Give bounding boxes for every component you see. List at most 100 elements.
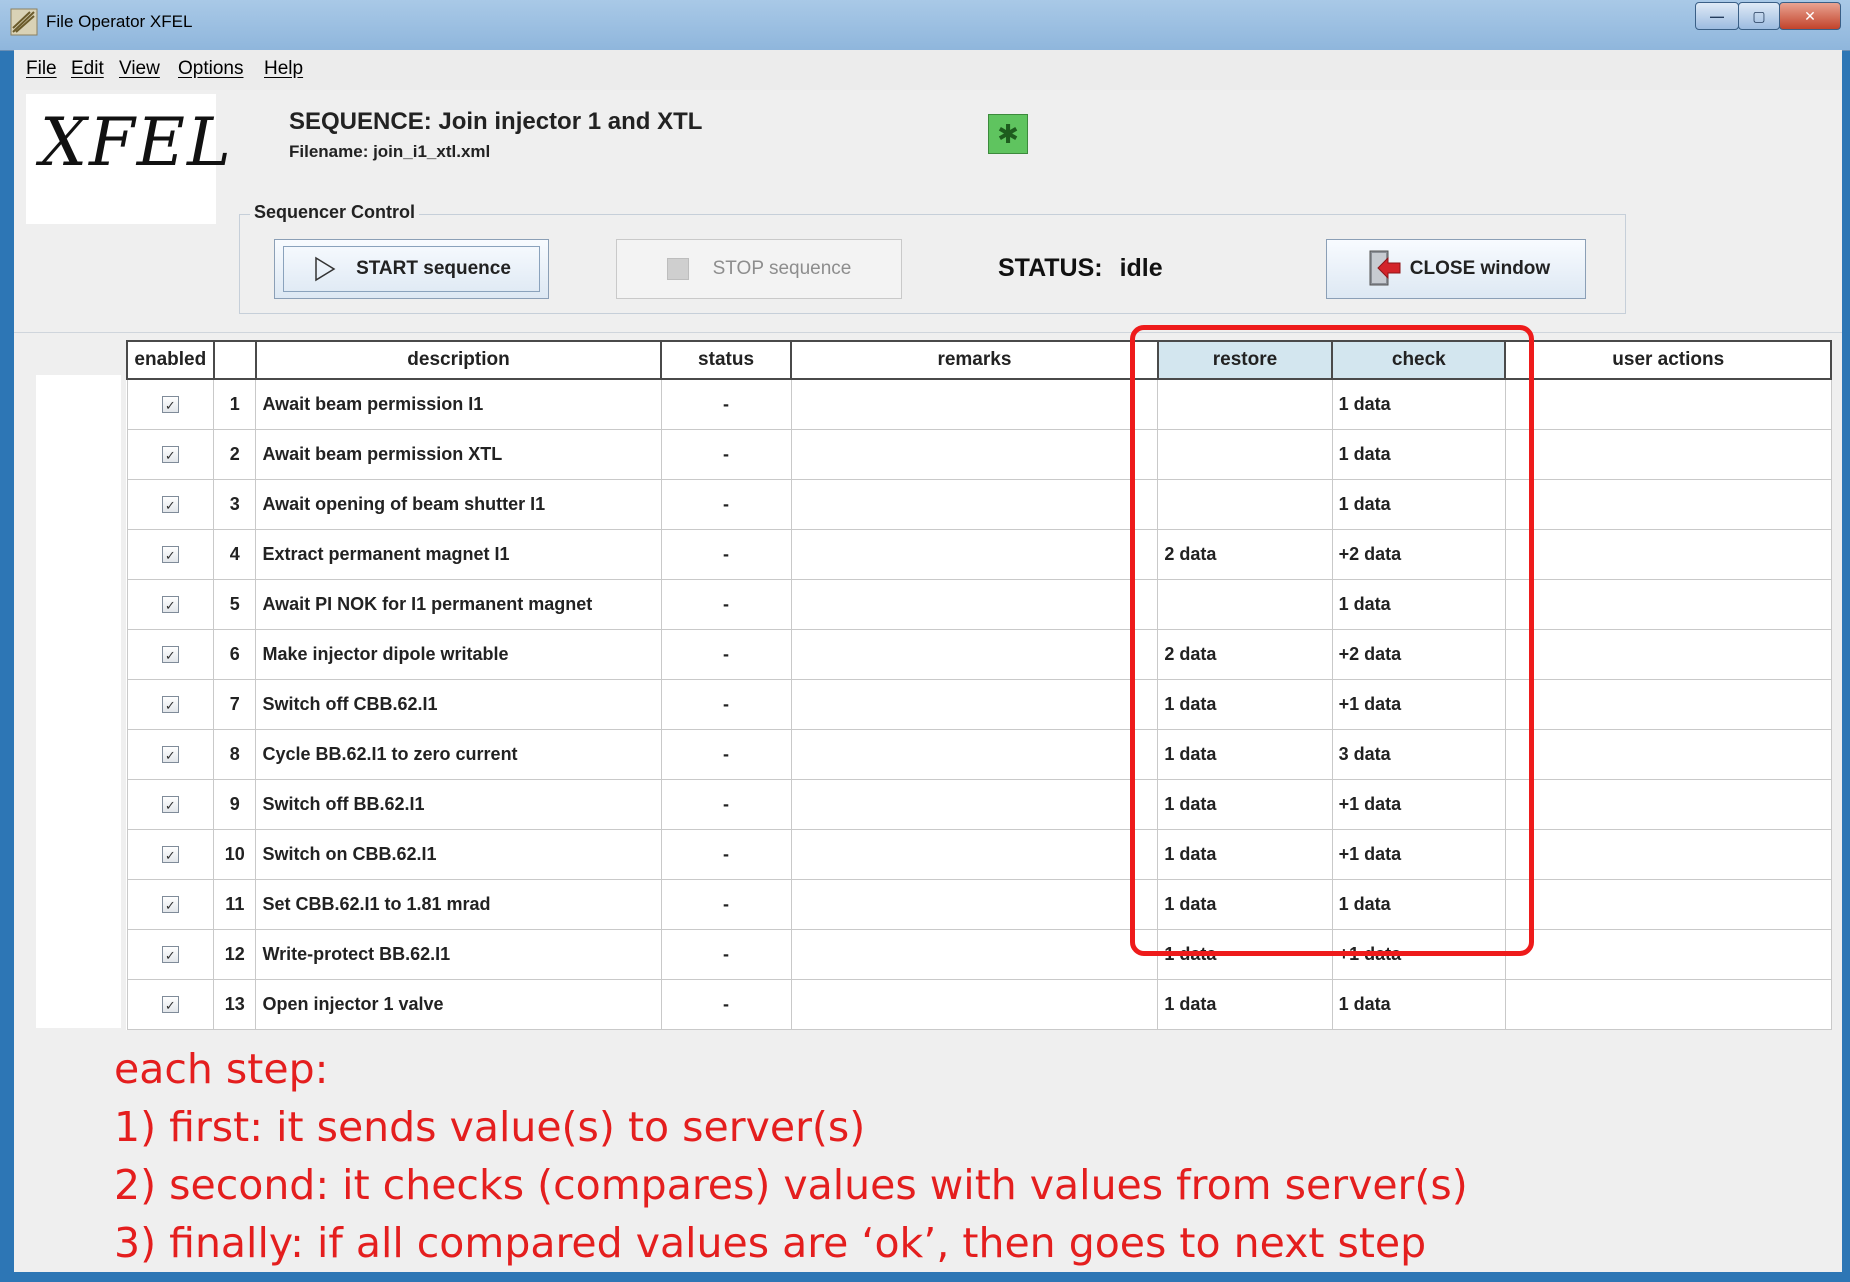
table-row[interactable]: ✓ 12 Write-protect BB.62.I1-1 data +1 data (126, 929, 1832, 980)
step-number[interactable]: 1 (213, 378, 257, 430)
step-description[interactable]: Set CBB.62.I1 to 1.81 mrad (255, 879, 662, 930)
step-description[interactable]: Await PI NOK for I1 permanent magnet (255, 579, 662, 630)
step-description[interactable]: Await beam permission I1 (255, 378, 662, 430)
table-row[interactable]: ✓ 8 Cycle BB.62.I1 to zero current -1 data 3… (126, 729, 1832, 780)
step-status[interactable]: - (660, 629, 792, 680)
step-status[interactable]: - (660, 679, 792, 730)
step-remarks[interactable] (790, 529, 1159, 580)
table-row[interactable]: ✓ 13 Open injector 1 valve - 1 data 1 data (126, 979, 1832, 1030)
step-remarks[interactable] (790, 879, 1159, 930)
step-remarks[interactable] (790, 479, 1159, 530)
column-header-remarks[interactable]: remarks (790, 340, 1159, 380)
table-row[interactable]: ✓ 4 Extract permanent magnet I1-2 data +2 d… (126, 529, 1832, 580)
enabled-checkbox[interactable]: ✓ (161, 446, 179, 463)
step-status[interactable]: - (660, 429, 792, 480)
step-number[interactable]: 3 (213, 479, 257, 530)
table-row[interactable]: ✓ 2 Await beam permission XTL -1 data (126, 429, 1832, 480)
step-status[interactable]: - (660, 879, 792, 930)
step-restore[interactable]: 1 data (1157, 979, 1333, 1030)
step-user-actions[interactable] (1504, 879, 1832, 930)
start-sequence-button[interactable]: START sequence (274, 239, 549, 299)
enabled-checkbox[interactable]: ✓ (161, 646, 179, 663)
step-status[interactable]: - (660, 529, 792, 580)
enabled-checkbox[interactable]: ✓ (161, 896, 179, 913)
column-header-description[interactable]: description (254, 340, 663, 380)
step-description[interactable]: Await opening of beam shutter I1 (255, 479, 662, 530)
step-status[interactable]: - (660, 729, 792, 780)
menu-options[interactable]: Options (178, 58, 243, 80)
table-row[interactable]: ✓ 1 Await beam permission I1-1 data (126, 378, 1832, 430)
column-header-user-actions[interactable]: user actions (1504, 340, 1832, 380)
step-status[interactable]: - (660, 479, 792, 530)
column-header-number[interactable] (212, 340, 257, 380)
step-number[interactable]: 9 (213, 779, 257, 830)
step-remarks[interactable] (790, 629, 1159, 680)
step-number[interactable]: 12 (213, 929, 257, 980)
step-status[interactable]: - (660, 779, 792, 830)
step-remarks[interactable] (790, 829, 1159, 880)
table-row[interactable]: ✓ 11 Set CBB.62.I1 to 1.81 mrad -1 data 1 da… (126, 879, 1832, 930)
step-user-actions[interactable] (1504, 979, 1832, 1030)
menu-view[interactable]: View (119, 58, 160, 80)
menu-edit[interactable]: Edit (71, 58, 104, 80)
close-window-button[interactable]: CLOSE window (1326, 239, 1586, 299)
table-row[interactable]: ✓ 3 Await opening of beam shutter I1-1 dat… (126, 479, 1832, 530)
step-user-actions[interactable] (1504, 579, 1832, 630)
minimize-button[interactable]: — (1695, 2, 1739, 30)
table-row[interactable]: ✓ 7 Switch off CBB.62.I1-1 data +1 data (126, 679, 1832, 730)
enabled-checkbox[interactable]: ✓ (161, 696, 179, 713)
menu-help[interactable]: Help (264, 58, 303, 80)
step-description[interactable]: Cycle BB.62.I1 to zero current (255, 729, 662, 780)
step-number[interactable]: 4 (213, 529, 257, 580)
menu-file[interactable]: File (26, 58, 57, 80)
step-status[interactable]: - (660, 579, 792, 630)
step-status[interactable]: - (660, 979, 792, 1030)
enabled-checkbox[interactable]: ✓ (161, 596, 179, 613)
step-user-actions[interactable] (1504, 629, 1832, 680)
step-number[interactable]: 7 (213, 679, 257, 730)
step-remarks[interactable] (790, 378, 1159, 430)
step-remarks[interactable] (790, 429, 1159, 480)
step-description[interactable]: Open injector 1 valve (255, 979, 662, 1030)
step-description[interactable]: Switch off BB.62.I1 (255, 779, 662, 830)
step-user-actions[interactable] (1504, 679, 1832, 730)
step-user-actions[interactable] (1504, 729, 1832, 780)
step-description[interactable]: Write-protect BB.62.I1 (255, 929, 662, 980)
table-row[interactable]: ✓ 6 Make injector dipole writable -2 data +2… (126, 629, 1832, 680)
step-remarks[interactable] (790, 679, 1159, 730)
step-user-actions[interactable] (1504, 829, 1832, 880)
step-user-actions[interactable] (1504, 929, 1832, 980)
step-check[interactable]: 1 data (1331, 979, 1506, 1030)
table-row[interactable]: ✓ 9 Switch off BB.62.I1-1 data +1 data (126, 779, 1832, 830)
step-number[interactable]: 6 (213, 629, 257, 680)
step-remarks[interactable] (790, 979, 1159, 1030)
column-header-enabled[interactable]: enabled (126, 340, 215, 380)
step-description[interactable]: Await beam permission XTL (255, 429, 662, 480)
column-header-status[interactable]: status (660, 340, 793, 380)
table-row[interactable]: ✓ 10 Switch on CBB.62.I1-1 data +1 data (126, 829, 1832, 880)
step-number[interactable]: 8 (213, 729, 257, 780)
enabled-checkbox[interactable]: ✓ (161, 846, 179, 863)
table-row[interactable]: ✓ 5 Await PI NOK for I1 permanent magnet -1… (126, 579, 1832, 630)
step-description[interactable]: Switch on CBB.62.I1 (255, 829, 662, 880)
step-number[interactable]: 5 (213, 579, 257, 630)
enabled-checkbox[interactable]: ✓ (161, 496, 179, 513)
step-description[interactable]: Extract permanent magnet I1 (255, 529, 662, 580)
step-status[interactable]: - (660, 829, 792, 880)
window-close-button[interactable]: ✕ (1779, 2, 1841, 30)
maximize-button[interactable]: ▢ (1738, 2, 1780, 30)
step-number[interactable]: 2 (213, 429, 257, 480)
step-number[interactable]: 10 (213, 829, 257, 880)
step-user-actions[interactable] (1504, 529, 1832, 580)
step-number[interactable]: 13 (213, 979, 257, 1030)
step-remarks[interactable] (790, 779, 1159, 830)
step-user-actions[interactable] (1504, 378, 1832, 430)
enabled-checkbox[interactable]: ✓ (161, 546, 179, 563)
step-user-actions[interactable] (1504, 779, 1832, 830)
enabled-checkbox[interactable]: ✓ (161, 396, 179, 413)
enabled-checkbox[interactable]: ✓ (161, 796, 179, 813)
step-description[interactable]: Make injector dipole writable (255, 629, 662, 680)
enabled-checkbox[interactable]: ✓ (161, 746, 179, 763)
step-status[interactable]: - (660, 929, 792, 980)
title-bar[interactable]: File Operator XFEL — ▢ ✕ (0, 0, 1850, 51)
